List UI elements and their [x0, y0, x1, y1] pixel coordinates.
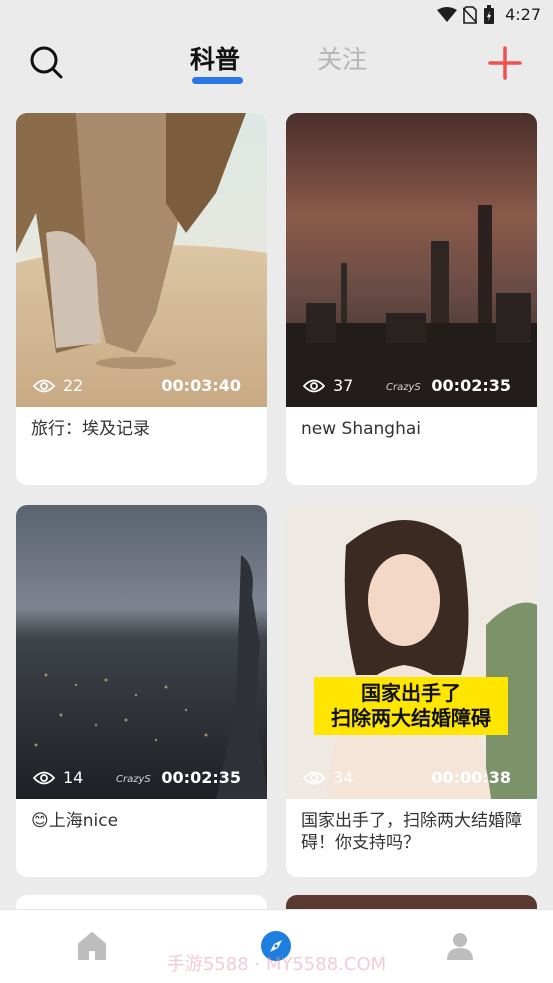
video-card[interactable]: CrazyS 14 00:02:35 😊上海nice: [16, 505, 267, 877]
site-watermark: 手游5588 · MY5588.COM: [166, 954, 387, 975]
video-overlay-banner: 国家出手了 扫除两大结婚障碍: [314, 681, 508, 731]
video-title[interactable]: new Shanghai: [286, 407, 537, 485]
eye-icon: [303, 379, 325, 392]
view-count: 34: [303, 768, 353, 787]
tab-follow[interactable]: 关注: [317, 40, 367, 76]
video-thumbnail[interactable]: CrazyS 37 00:02:35: [286, 113, 537, 407]
eye-icon: [303, 771, 325, 784]
video-thumbnail[interactable]: 22 00:03:40: [16, 113, 267, 407]
video-watermark: CrazyS: [116, 774, 151, 785]
view-count: 37: [303, 376, 353, 395]
status-icons: [437, 5, 495, 25]
overlay-line-2: 扫除两大结婚障碍: [331, 706, 491, 730]
no-sim-icon: [463, 6, 477, 24]
video-card[interactable]: CrazyS 37 00:02:35 new Shanghai: [286, 113, 537, 485]
video-title[interactable]: 国家出手了，扫除两大结婚障碍！你支持吗？: [286, 799, 537, 877]
active-tab-indicator: [192, 77, 243, 84]
view-count-value: 22: [63, 376, 84, 395]
bottom-nav: 手游5588 · MY5588.COM: [0, 909, 553, 983]
presenter-image: [286, 505, 537, 799]
video-title[interactable]: 😊上海nice: [16, 799, 267, 877]
eye-icon: [33, 379, 55, 392]
video-duration: 00:03:40: [161, 376, 241, 395]
view-count-value: 37: [333, 376, 354, 395]
city-skyline-image: [286, 113, 537, 407]
view-count: 22: [33, 376, 83, 395]
video-thumbnail[interactable]: CrazyS 14 00:02:35: [16, 505, 267, 799]
video-thumbnail[interactable]: 国家出手了 扫除两大结婚障碍 34 00:00:38: [286, 505, 537, 799]
city-night-image: [16, 505, 267, 799]
battery-icon: [484, 5, 494, 24]
overlay-line-1: 国家出手了: [361, 681, 461, 705]
desert-camel-image: [16, 113, 267, 407]
view-count-value: 14: [63, 768, 84, 787]
top-bar: 科普 关注: [0, 32, 553, 102]
video-duration: 00:02:35: [161, 768, 241, 787]
video-duration: 00:00:38: [431, 768, 511, 787]
video-card[interactable]: 国家出手了 扫除两大结婚障碍 34 00:00:38 国家出手了，扫除两大结婚障…: [286, 505, 537, 877]
video-duration: 00:02:35: [431, 376, 511, 395]
eye-icon: [33, 771, 55, 784]
search-icon[interactable]: [28, 44, 66, 82]
video-title[interactable]: 旅行：埃及记录: [16, 407, 267, 485]
video-watermark: CrazyS: [386, 382, 421, 393]
wifi-icon: [437, 7, 457, 22]
view-count-value: 34: [333, 768, 354, 787]
status-bar: 4:27: [0, 0, 553, 32]
view-count: 14: [33, 768, 83, 787]
tab-science[interactable]: 科普: [190, 40, 240, 76]
add-icon[interactable]: [488, 46, 522, 80]
video-card[interactable]: 22 00:03:40 旅行：埃及记录: [16, 113, 267, 485]
clock: 4:27: [505, 5, 541, 24]
